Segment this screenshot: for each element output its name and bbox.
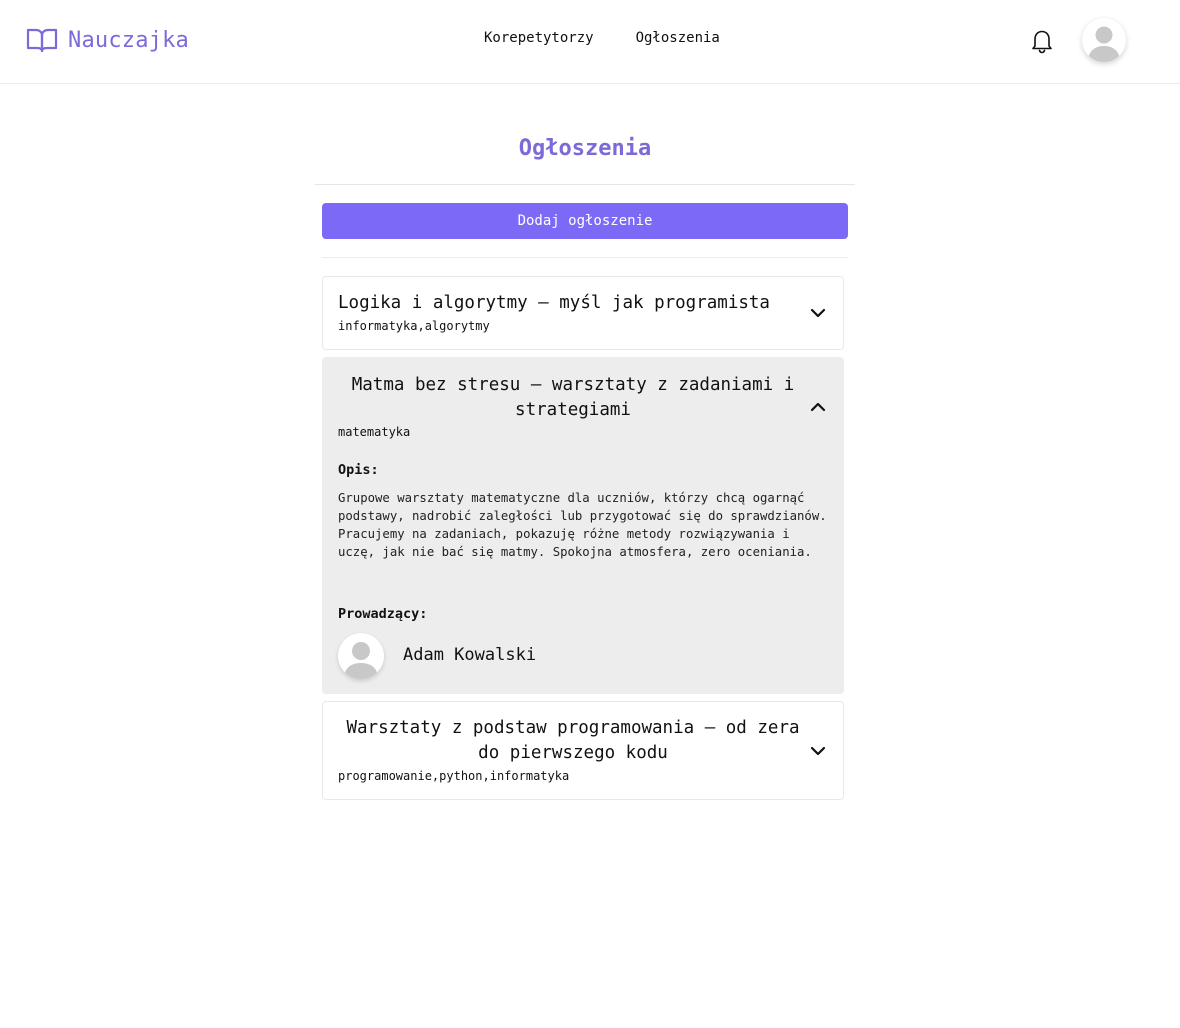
bell-icon[interactable] [1030,28,1054,54]
nav-link-korepetytorzy[interactable]: Korepetytorzy [484,30,594,46]
description-label: Opis: [338,462,379,478]
ad-tags: informatyka,algorytmy [338,319,490,333]
nav-link-ogloszenia[interactable]: Ogłoszenia [636,30,720,46]
title-divider [315,184,855,185]
page-title: Ogłoszenia [518,136,652,161]
ad-title: Matma bez stresu – warsztaty z zadaniami… [351,375,795,420]
main-nav: Korepetytorzy Ogłoszenia [484,30,720,46]
ad-card-header[interactable]: Warsztaty z podstaw programowania – od z… [323,702,843,799]
brand-logo-link[interactable]: Nauczajka [26,24,189,56]
ad-title: Logika i algorytmy – myśl jak programist… [338,293,770,313]
ad-card-header[interactable]: Matma bez stresu – warsztaty z zadaniami… [323,358,843,448]
ad-card-header[interactable]: Logika i algorytmy – myśl jak programist… [323,277,843,349]
ad-card-expanded: Matma bez stresu – warsztaty z zadaniami… [322,357,844,694]
top-navbar: Nauczajka Korepetytorzy Ogłoszenia [0,0,1180,84]
ad-tags: matematyka [338,425,411,439]
user-avatar-button[interactable] [1082,18,1126,62]
chevron-down-icon[interactable] [809,742,827,760]
chevron-up-icon[interactable] [809,398,827,416]
user-avatar-icon [1088,26,1120,62]
ad-card: Logika i algorytmy – myśl jak programist… [322,276,844,350]
chevron-down-icon[interactable] [809,304,827,322]
ad-tags: programowanie,python,informatyka [338,769,570,783]
ad-description: Grupowe warsztaty matematyczne dla uczni… [338,491,827,559]
user-avatar-icon [344,642,378,679]
tutor-name[interactable]: Adam Kowalski [403,645,536,665]
ad-card: Warsztaty z podstaw programowania – od z… [322,701,844,800]
button-divider [322,257,848,258]
brand-name: Nauczajka [68,27,190,53]
tutor-label: Prowadzący: [338,606,428,622]
add-ad-button[interactable]: Dodaj ogłoszenie [322,203,848,239]
ad-title: Warsztaty z podstaw programowania – od z… [346,718,800,763]
tutor-avatar[interactable] [338,633,384,679]
book-open-icon [26,27,58,53]
